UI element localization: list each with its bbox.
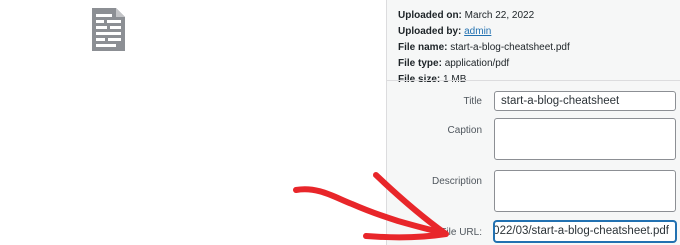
attachment-preview xyxy=(0,0,386,245)
file-type-label: File type: xyxy=(398,58,442,69)
uploaded-on-row: Uploaded on: March 22, 2022 xyxy=(398,8,570,24)
uploaded-on-label: Uploaded on: xyxy=(398,10,462,21)
uploaded-by-label: Uploaded by: xyxy=(398,26,462,37)
title-input[interactable]: start-a-blog-cheatsheet xyxy=(494,91,676,111)
file-type-row: File type: application/pdf xyxy=(398,56,570,72)
file-type-value: application/pdf xyxy=(444,58,510,69)
uploaded-by-row: Uploaded by: admin xyxy=(398,24,570,40)
attachment-details: Uploaded on: March 22, 2022 Uploaded by:… xyxy=(387,0,680,245)
file-info: Uploaded on: March 22, 2022 Uploaded by:… xyxy=(398,8,570,88)
file-name-label: File name: xyxy=(398,42,448,53)
info-separator xyxy=(387,80,680,81)
description-label: Description xyxy=(431,176,482,187)
title-label: Title xyxy=(463,96,482,107)
file-name-row: File name: start-a-blog-cheatsheet.pdf xyxy=(398,40,570,56)
uploaded-on-value: March 22, 2022 xyxy=(464,10,535,21)
file-url-value: /2022/03/start-a-blog-cheatsheet.pdf xyxy=(494,225,669,237)
file-url-input[interactable]: /2022/03/start-a-blog-cheatsheet.pdf xyxy=(494,221,676,242)
document-icon xyxy=(92,8,125,51)
file-name-value: start-a-blog-cheatsheet.pdf xyxy=(450,42,570,53)
caption-label: Caption xyxy=(447,125,482,136)
caption-textarea[interactable] xyxy=(494,118,676,160)
file-url-label: File URL: xyxy=(440,227,482,238)
uploaded-by-link[interactable]: admin xyxy=(464,26,491,37)
description-textarea[interactable] xyxy=(494,170,676,212)
